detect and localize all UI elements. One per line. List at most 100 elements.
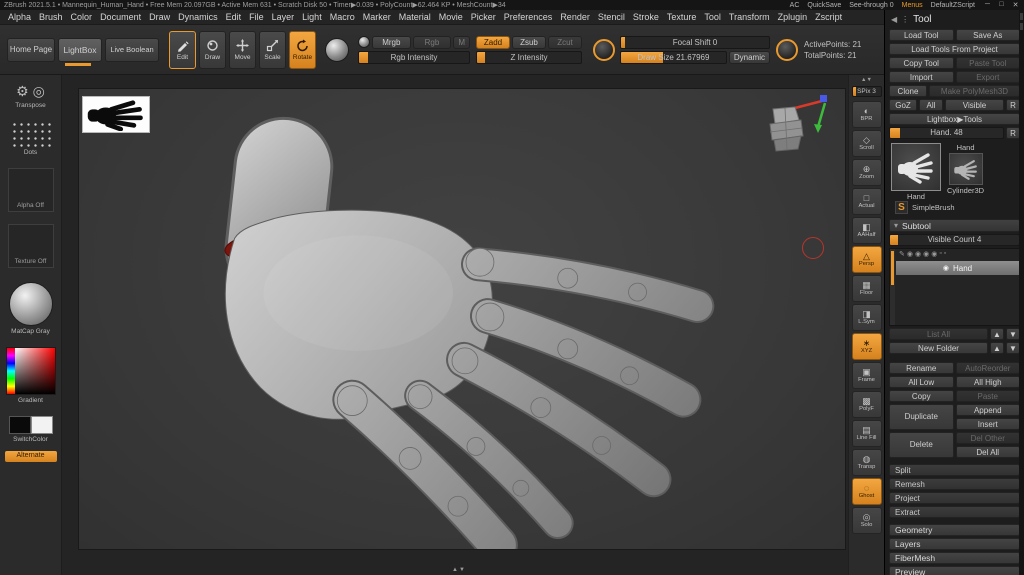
menu-item[interactable]: Stencil — [594, 12, 629, 22]
project-section[interactable]: Project — [889, 492, 1020, 504]
minimize-button[interactable]: ─ — [983, 1, 992, 9]
visible-count-slider[interactable]: Visible Count 4 — [889, 234, 1020, 246]
maximize-button[interactable]: □ — [997, 1, 1006, 9]
shelf-button[interactable]: ▣ Frame — [852, 362, 882, 389]
menu-item[interactable]: File — [245, 12, 268, 22]
focal-shift-knob[interactable] — [593, 39, 615, 61]
edit-mode-button[interactable]: Edit — [169, 31, 196, 69]
focal-shift-slider[interactable]: Focal Shift 0 — [620, 36, 770, 49]
palette-scrollbar[interactable] — [1019, 10, 1024, 575]
load-tools-from-project-button[interactable]: Load Tools From Project — [889, 43, 1020, 55]
eye-icon[interactable]: ◉ — [915, 250, 921, 260]
rgb-intensity-slider[interactable]: Rgb Intensity — [358, 51, 470, 64]
alternate-button[interactable]: Alternate — [5, 451, 57, 462]
subtool-section-header[interactable]: ▾ Subtool — [889, 219, 1020, 232]
menu-item[interactable]: Tool — [700, 12, 725, 22]
append-button[interactable]: Append — [956, 404, 1021, 416]
menu-item[interactable]: Transform — [725, 12, 774, 22]
remesh-section[interactable]: Remesh — [889, 478, 1020, 490]
shelf-button[interactable]: ▤ Line Fill — [852, 420, 882, 447]
eye-icon[interactable]: ◉ — [931, 250, 937, 260]
rgb-button[interactable]: Rgb — [413, 36, 452, 49]
live-boolean-button[interactable]: Live Boolean — [105, 38, 159, 62]
mrgb-button[interactable]: Mrgb — [372, 36, 411, 49]
rotate-mode-button[interactable]: Rotate — [289, 31, 316, 69]
folder-down-button[interactable]: ▼ — [1006, 342, 1020, 354]
shelf-button[interactable]: ◌ Ghost — [852, 478, 882, 505]
tool-item-slider[interactable]: Hand. 48 — [889, 127, 1004, 139]
menu-item[interactable]: Dynamics — [174, 12, 222, 22]
rename-button[interactable]: Rename — [889, 362, 954, 374]
shelf-button[interactable]: ⊕ Zoom — [852, 159, 882, 186]
palette-menu-icon[interactable]: ⋮ — [901, 15, 909, 24]
menu-item[interactable]: Render — [556, 12, 594, 22]
menu-item[interactable]: Edit — [222, 12, 246, 22]
lightbox-button[interactable]: LightBox — [58, 38, 102, 62]
scale-mode-button[interactable]: Scale — [259, 31, 286, 69]
eye-icon[interactable]: ◉ — [907, 250, 913, 260]
goz-r-button[interactable]: R — [1006, 99, 1020, 111]
shelf-button[interactable]: □ Actual — [852, 188, 882, 215]
new-folder-button[interactable]: New Folder — [889, 342, 988, 354]
close-button[interactable]: ✕ — [1011, 1, 1020, 9]
copy-tool-button[interactable]: Copy Tool — [889, 57, 954, 69]
alpha-selector[interactable]: Alpha Off — [8, 168, 54, 212]
subtool-copy-button[interactable]: Copy — [889, 390, 954, 402]
palette-section-header[interactable]: Geometry — [889, 524, 1020, 536]
menu-item[interactable]: Alpha — [4, 12, 35, 22]
switch-color-widget[interactable] — [9, 416, 53, 434]
duplicate-button[interactable]: Duplicate — [889, 404, 954, 430]
subtool-up-button[interactable]: ▲ — [990, 328, 1004, 340]
palette-section-header[interactable]: Layers — [889, 538, 1020, 550]
dynamic-button[interactable]: Dynamic — [729, 51, 770, 64]
menu-item[interactable]: Marker — [359, 12, 395, 22]
shelf-scroll-arrows[interactable]: ▲▼ — [861, 77, 872, 83]
split-section[interactable]: Split — [889, 464, 1020, 476]
see-through-slider[interactable]: See-through 0 — [849, 2, 893, 9]
zcut-button[interactable]: Zcut — [548, 36, 582, 49]
hue-strip[interactable] — [7, 348, 15, 394]
recent-tool-thumbnail[interactable] — [949, 153, 983, 185]
menu-item[interactable]: Layer — [268, 12, 299, 22]
primary-color-swatch[interactable] — [9, 416, 31, 434]
zsub-button[interactable]: Zsub — [512, 36, 546, 49]
material-selector[interactable] — [9, 282, 53, 326]
zadd-button[interactable]: Zadd — [476, 36, 510, 49]
all-high-button[interactable]: All High — [956, 376, 1021, 388]
menu-item[interactable]: Brush — [35, 12, 67, 22]
texture-selector[interactable]: Texture Off — [8, 224, 54, 268]
all-low-button[interactable]: All Low — [889, 376, 954, 388]
shelf-button[interactable]: ◨ L.Sym — [852, 304, 882, 331]
delete-button[interactable]: Delete — [889, 432, 954, 458]
brush-icon[interactable]: ✎ — [899, 250, 905, 260]
collapse-panel-icon[interactable]: ◀ — [891, 15, 897, 24]
shelf-button[interactable]: ▩ PolyF — [852, 391, 882, 418]
lightbox-tools-button[interactable]: Lightbox▶Tools — [889, 113, 1020, 125]
goz-visible-button[interactable]: Visible — [945, 99, 1004, 111]
gear-icon[interactable]: ⚙ — [16, 83, 29, 100]
canvas-area[interactable]: ▲▼ — [62, 75, 848, 575]
simplebrush-icon[interactable]: S — [895, 201, 908, 214]
menu-item[interactable]: Material — [395, 12, 435, 22]
sculptris-pro-button[interactable] — [325, 38, 349, 62]
del-all-button[interactable]: Del All — [956, 446, 1021, 458]
current-tool-thumbnail[interactable] — [891, 143, 941, 191]
menus-button[interactable]: Menus — [902, 2, 923, 9]
goz-all-button[interactable]: All — [919, 99, 943, 111]
menu-item[interactable]: Stroke — [629, 12, 663, 22]
shelf-button[interactable]: ▦ Floor — [852, 275, 882, 302]
palette-section-header[interactable]: FiberMesh — [889, 552, 1020, 564]
import-button[interactable]: Import — [889, 71, 954, 83]
eye-icon[interactable]: ◉ — [923, 250, 929, 260]
saturation-value-square[interactable] — [15, 348, 55, 394]
insert-button[interactable]: Insert — [956, 418, 1021, 430]
menu-item[interactable]: Zscript — [811, 12, 846, 22]
shelf-button[interactable]: ◐ BPR — [852, 101, 882, 128]
menu-item[interactable]: Draw — [145, 12, 174, 22]
menu-item[interactable]: Movie — [435, 12, 467, 22]
goz-button[interactable]: GoZ — [889, 99, 917, 111]
spix-slider[interactable]: SPix 3 — [852, 86, 882, 97]
menu-item[interactable]: Preferences — [500, 12, 557, 22]
document[interactable] — [78, 88, 846, 550]
stroke-dots-thumbnail[interactable] — [10, 119, 52, 147]
